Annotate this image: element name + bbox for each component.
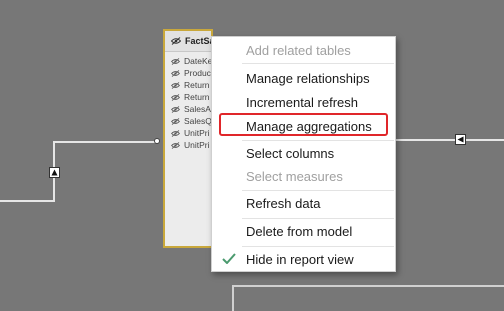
field-name: Produc — [184, 68, 211, 78]
filter-direction-left-icon[interactable] — [455, 134, 466, 145]
menu-item-label: Incremental refresh — [246, 94, 358, 110]
menu-item-label: Refresh data — [246, 195, 321, 211]
table-field[interactable]: SalesQ — [165, 115, 211, 127]
table-card[interactable]: FactSal DateKe Produc Return Return SalesA Sa… — [163, 29, 213, 248]
field-name: UnitPri — [184, 128, 210, 138]
eye-hidden-icon — [171, 93, 180, 101]
menu-item-label: Add related tables — [246, 42, 351, 58]
menu-item-label: Manage aggregations — [246, 118, 372, 134]
field-name: Return — [184, 92, 210, 102]
eye-hidden-icon — [171, 57, 180, 65]
menu-item-refresh-data[interactable]: Refresh data — [212, 191, 395, 215]
menu-item-manage-aggregations[interactable]: Manage aggregations — [212, 114, 395, 138]
eye-hidden-icon — [171, 141, 180, 149]
table-field[interactable]: UnitPri — [165, 127, 211, 139]
eye-hidden-icon — [171, 117, 180, 125]
field-list: DateKe Produc Return Return SalesA SalesQ Unit… — [165, 52, 211, 151]
menu-item-add-related-tables: Add related tables — [212, 38, 395, 62]
field-name: SalesQ — [184, 116, 212, 126]
menu-item-manage-relationships[interactable]: Manage relationships — [212, 66, 395, 90]
checkmark-icon — [222, 253, 236, 264]
menu-item-select-measures: Select measures — [212, 164, 395, 188]
menu-item-label: Select measures — [246, 168, 343, 184]
relationship-line — [0, 200, 54, 202]
eye-hidden-icon — [171, 105, 180, 113]
eye-hidden-icon — [171, 69, 180, 77]
eye-hidden-icon — [171, 81, 180, 89]
relationship-line — [53, 141, 157, 143]
menu-item-delete-from-model[interactable]: Delete from model — [212, 219, 395, 243]
menu-item-label: Hide in report view — [246, 251, 354, 267]
menu-item-select-columns[interactable]: Select columns — [212, 141, 395, 165]
table-header[interactable]: FactSal — [165, 31, 211, 52]
eye-hidden-icon — [171, 37, 181, 45]
relationship-line — [396, 139, 504, 141]
table-card-edge — [232, 285, 234, 311]
context-menu: Add related tables Manage relationships … — [211, 36, 396, 272]
field-name: DateKe — [184, 56, 213, 66]
menu-item-label: Delete from model — [246, 223, 353, 239]
table-field[interactable]: Return — [165, 79, 211, 91]
table-card-edge — [232, 285, 504, 287]
relationship-endpoint-dot — [154, 138, 160, 144]
table-title: FactSal — [185, 36, 211, 46]
menu-item-label: Select columns — [246, 145, 335, 161]
field-name: UnitPri — [184, 140, 210, 150]
table-field[interactable]: Return — [165, 91, 211, 103]
table-field[interactable]: Produc — [165, 67, 211, 79]
table-field[interactable]: UnitPri — [165, 139, 211, 151]
field-name: Return — [184, 80, 210, 90]
menu-separator — [242, 63, 394, 64]
menu-item-incremental-refresh[interactable]: Incremental refresh — [212, 90, 395, 114]
table-field[interactable]: DateKe — [165, 55, 211, 67]
filter-direction-up-icon[interactable] — [49, 167, 60, 178]
menu-item-hide-in-report-view[interactable]: Hide in report view — [212, 247, 395, 271]
menu-item-label: Manage relationships — [246, 70, 370, 86]
field-name: SalesA — [184, 104, 211, 114]
table-field[interactable]: SalesA — [165, 103, 211, 115]
eye-hidden-icon — [171, 129, 180, 137]
